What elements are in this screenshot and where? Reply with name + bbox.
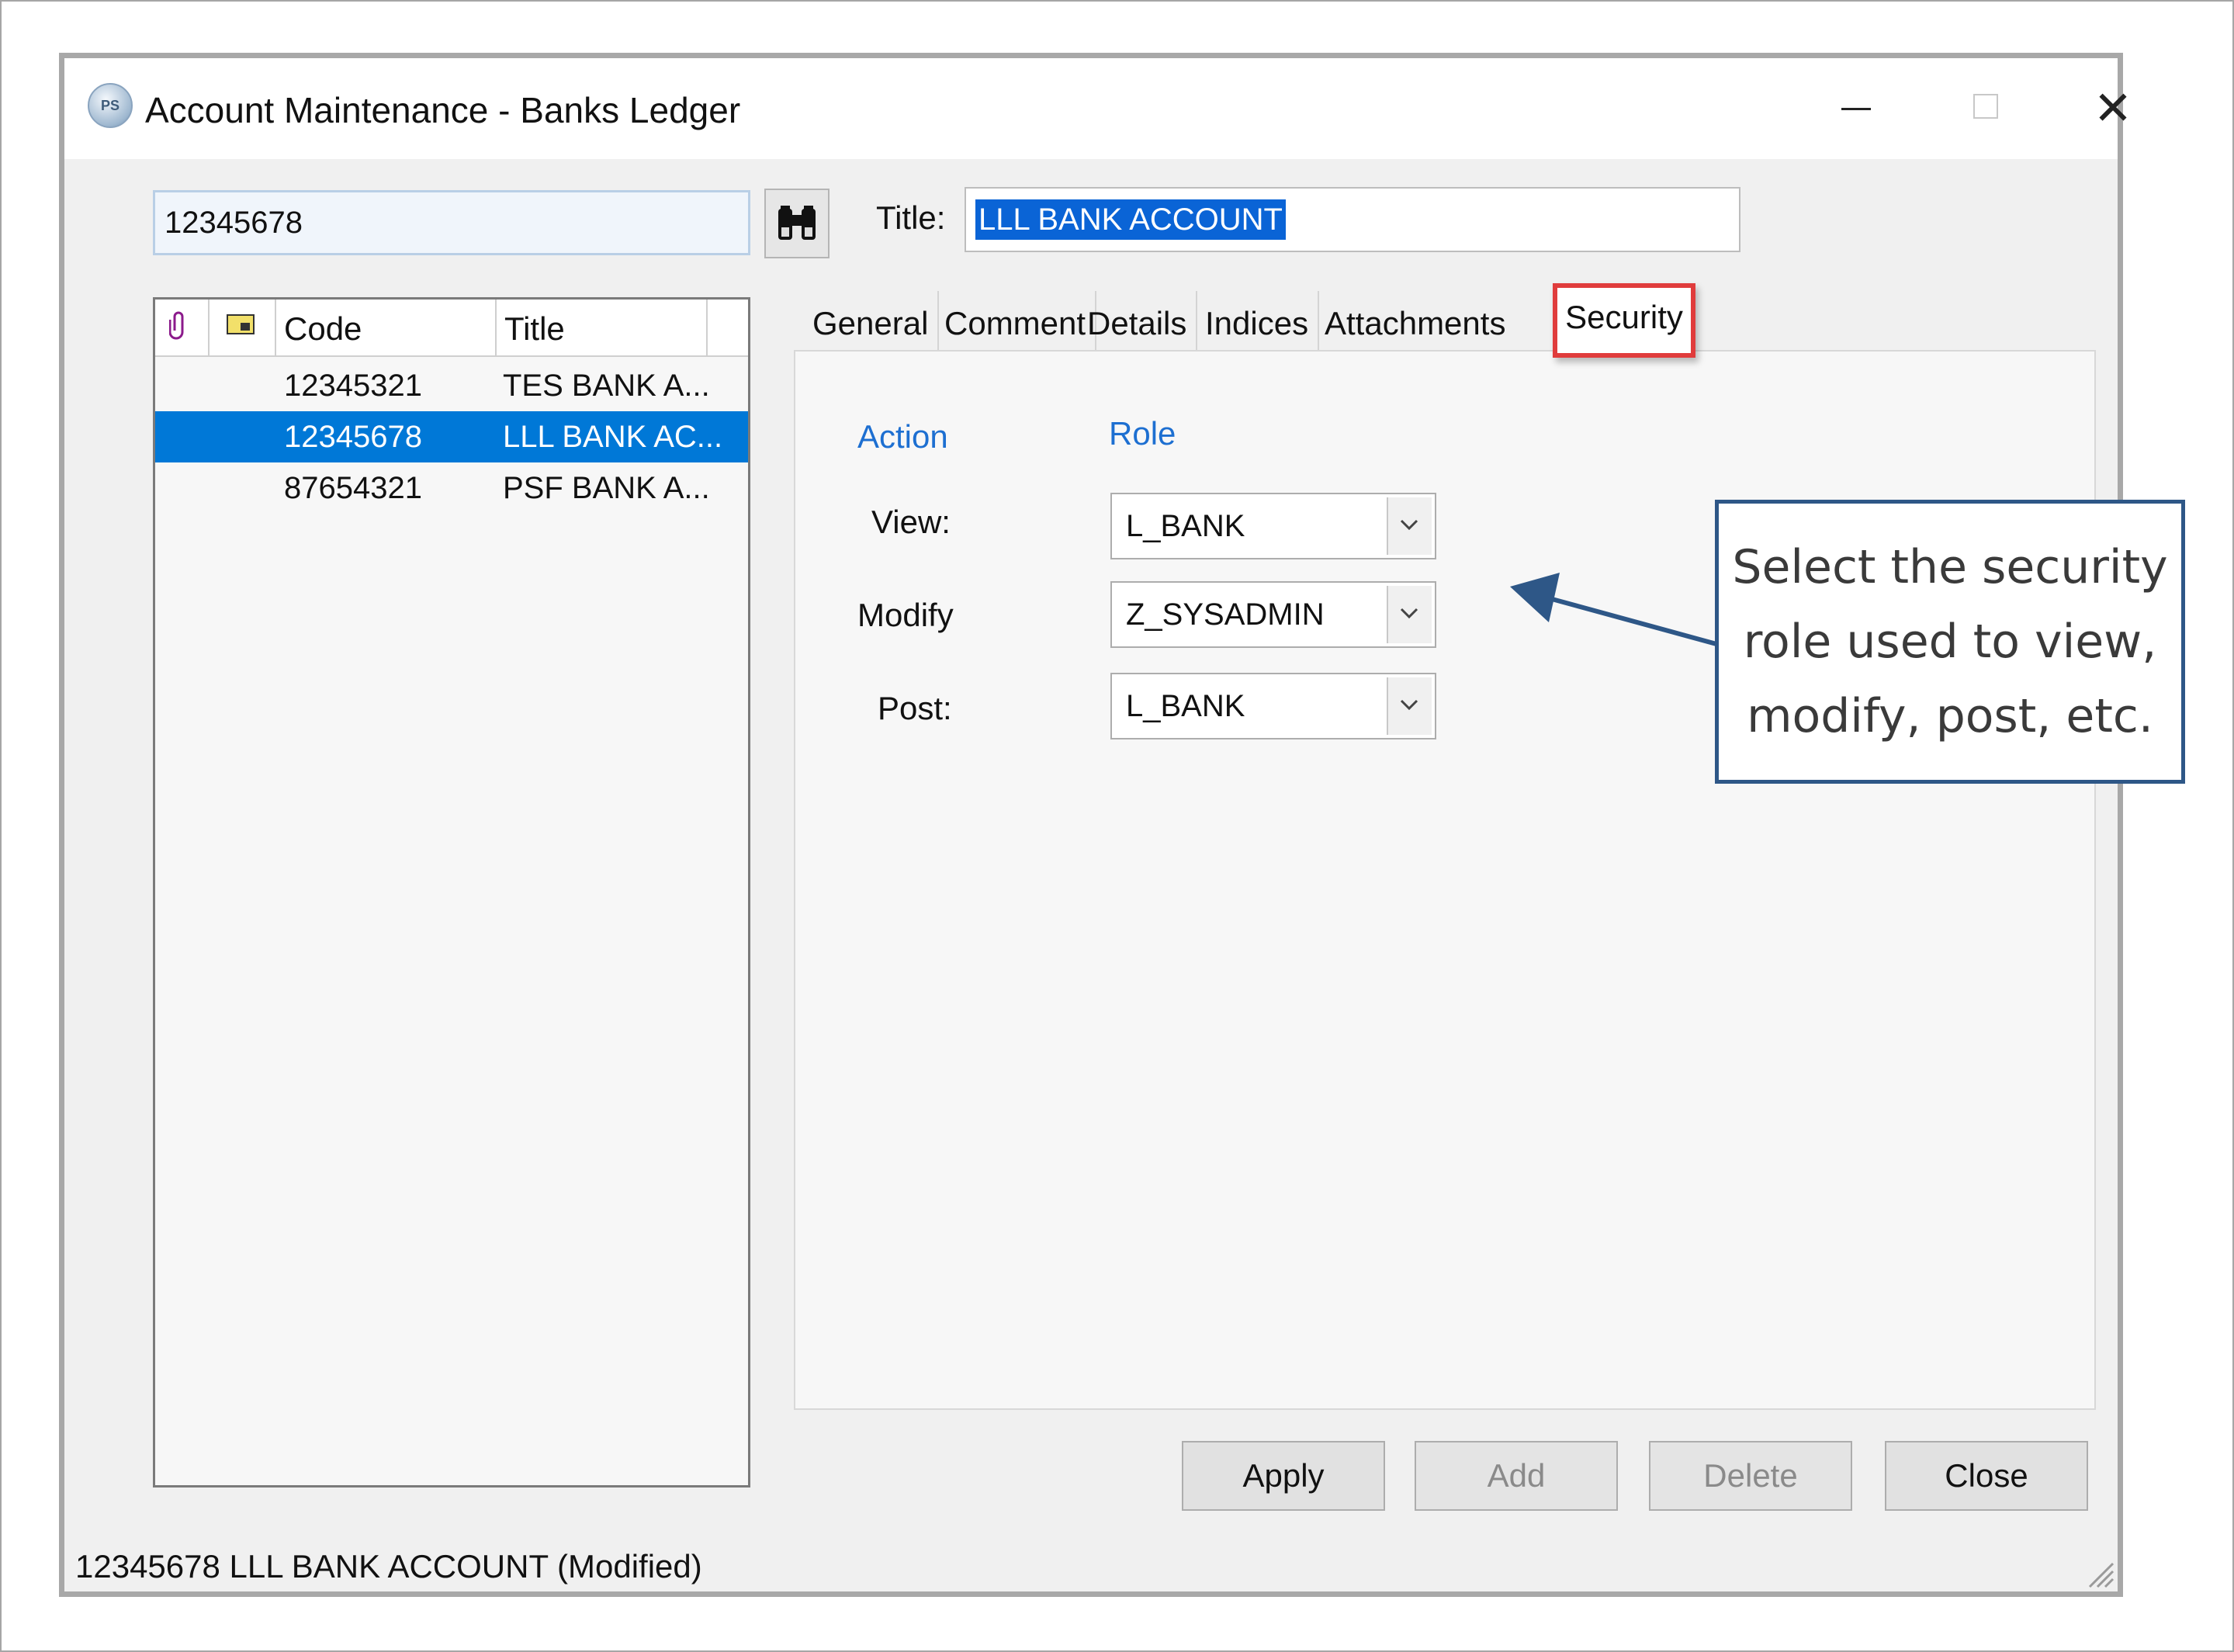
callout-line: Select the security [1732, 540, 2168, 594]
callout-line: role used to view, [1743, 615, 2157, 669]
callout-line: modify, post, etc. [1747, 689, 2153, 743]
callout-arrow-icon [1510, 573, 1717, 646]
instruction-callout: Select the security role used to view, m… [1715, 500, 2185, 784]
